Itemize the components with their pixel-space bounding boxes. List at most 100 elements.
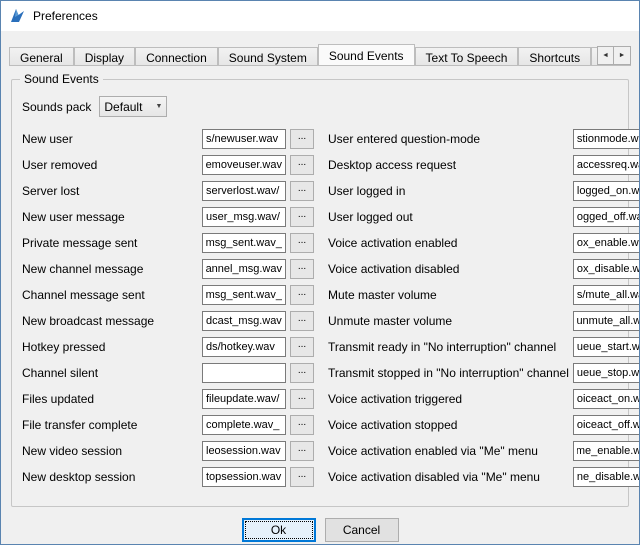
tab-text-to-speech[interactable]: Text To Speech: [415, 47, 519, 66]
browse-button-channel-silent[interactable]: ...: [290, 363, 314, 383]
tab-display[interactable]: Display: [74, 47, 135, 66]
sound-file-input-voice-activation-disabled-via-me-menu[interactable]: [573, 467, 640, 487]
sound-event-label-unmute-master-volume: Unmute master volume: [328, 314, 573, 328]
sound-event-label-transmit-stopped-in-no-interruption-channel: Transmit stopped in "No interruption" ch…: [328, 366, 573, 380]
sound-event-row: User logged out...: [328, 207, 640, 227]
sound-file-input-file-transfer-complete[interactable]: [202, 415, 286, 435]
sound-event-row: Hotkey pressed...: [22, 337, 314, 357]
sound-file-input-files-updated[interactable]: [202, 389, 286, 409]
sound-events-column-right: User entered question-mode... Desktop acc…: [328, 129, 640, 493]
ok-button[interactable]: Ok: [242, 518, 316, 542]
sound-event-row: New channel message...: [22, 259, 314, 279]
browse-button-new-channel-message[interactable]: ...: [290, 259, 314, 279]
sound-event-label-desktop-access-request: Desktop access request: [328, 158, 573, 172]
browse-button-server-lost[interactable]: ...: [290, 181, 314, 201]
browse-button-new-video-session[interactable]: ...: [290, 441, 314, 461]
sound-event-label-files-updated: Files updated: [22, 392, 202, 406]
sound-events-column-left: New user...User removed...Server lost...…: [22, 129, 314, 493]
sound-file-input-new-user[interactable]: [202, 129, 286, 149]
browse-button-new-broadcast-message[interactable]: ...: [290, 311, 314, 331]
sound-file-input-voice-activation-enabled-via-me-menu[interactable]: [573, 441, 640, 461]
browse-button-new-user-message[interactable]: ...: [290, 207, 314, 227]
tab-sound-events[interactable]: Sound Events: [318, 44, 415, 66]
sound-file-input-user-entered-question-mode[interactable]: [573, 129, 640, 149]
browse-button-files-updated[interactable]: ...: [290, 389, 314, 409]
tab-shortcuts[interactable]: Shortcuts: [518, 47, 591, 66]
sound-file-input-user-logged-out[interactable]: [573, 207, 640, 227]
sound-file-input-unmute-master-volume[interactable]: [573, 311, 640, 331]
sound-file-input-user-logged-in[interactable]: [573, 181, 640, 201]
sound-file-input-new-desktop-session[interactable]: [202, 467, 286, 487]
sound-event-row: Voice activation stopped...: [328, 415, 640, 435]
tab-sound-system[interactable]: Sound System: [218, 47, 318, 66]
sound-event-label-voice-activation-enabled: Voice activation enabled: [328, 236, 573, 250]
sound-event-columns: New user...User removed...Server lost...…: [22, 129, 618, 493]
browse-button-user-removed[interactable]: ...: [290, 155, 314, 175]
browse-button-channel-message-sent[interactable]: ...: [290, 285, 314, 305]
titlebar: Preferences: [1, 1, 639, 31]
dialog-footer: Ok Cancel: [11, 518, 629, 542]
sound-event-row: User removed...: [22, 155, 314, 175]
chevron-down-icon: ▼: [155, 103, 162, 110]
browse-button-new-user[interactable]: ...: [290, 129, 314, 149]
sound-file-input-desktop-access-request[interactable]: [573, 155, 640, 175]
browse-button-new-desktop-session[interactable]: ...: [290, 467, 314, 487]
sound-event-row: User logged in...: [328, 181, 640, 201]
sound-event-label-private-message-sent: Private message sent: [22, 236, 202, 250]
sound-event-row: Mute master volume...: [328, 285, 640, 305]
sound-events-groupbox: Sound Events Sounds pack Default ▼ New u…: [11, 79, 629, 507]
sound-file-input-hotkey-pressed[interactable]: [202, 337, 286, 357]
sound-event-label-voice-activation-disabled: Voice activation disabled: [328, 262, 573, 276]
sound-event-row: New desktop session...: [22, 467, 314, 487]
sound-event-label-voice-activation-triggered: Voice activation triggered: [328, 392, 573, 406]
sound-file-input-server-lost[interactable]: [202, 181, 286, 201]
preferences-window: Preferences GeneralDisplayConnectionSoun…: [0, 0, 640, 545]
browse-button-file-transfer-complete[interactable]: ...: [290, 415, 314, 435]
sound-event-label-mute-master-volume: Mute master volume: [328, 288, 573, 302]
sound-event-row: File transfer complete...: [22, 415, 314, 435]
sound-file-input-channel-message-sent[interactable]: [202, 285, 286, 305]
browse-button-private-message-sent[interactable]: ...: [290, 233, 314, 253]
sound-file-input-new-broadcast-message[interactable]: [202, 311, 286, 331]
tab-connection[interactable]: Connection: [135, 47, 218, 66]
sound-event-label-hotkey-pressed: Hotkey pressed: [22, 340, 202, 354]
sounds-pack-value: Default: [104, 100, 155, 114]
sound-file-input-user-removed[interactable]: [202, 155, 286, 175]
sound-file-input-new-user-message[interactable]: [202, 207, 286, 227]
sound-file-input-transmit-ready-in-no-interruption-channel[interactable]: [573, 337, 640, 357]
sound-file-input-transmit-stopped-in-no-interruption-channel[interactable]: [573, 363, 640, 383]
sound-event-row: User entered question-mode...: [328, 129, 640, 149]
sound-event-row: Transmit ready in "No interruption" chan…: [328, 337, 640, 357]
sound-events-page: Sound Events Sounds pack Default ▼ New u…: [1, 66, 639, 542]
sound-event-row: Voice activation disabled...: [328, 259, 640, 279]
sound-event-row: Voice activation enabled...: [328, 233, 640, 253]
sound-file-input-new-video-session[interactable]: [202, 441, 286, 461]
sound-event-row: New user message...: [22, 207, 314, 227]
sound-file-input-new-channel-message[interactable]: [202, 259, 286, 279]
tab-scroll-right-button[interactable]: ►: [614, 46, 631, 65]
sound-event-row: Voice activation enabled via "Me" menu..…: [328, 441, 640, 461]
sound-file-input-voice-activation-triggered[interactable]: [573, 389, 640, 409]
sound-event-label-server-lost: Server lost: [22, 184, 202, 198]
sound-file-input-private-message-sent[interactable]: [202, 233, 286, 253]
sound-event-row: Channel message sent...: [22, 285, 314, 305]
cancel-button[interactable]: Cancel: [325, 518, 399, 542]
sound-event-label-new-channel-message: New channel message: [22, 262, 202, 276]
sound-event-row: Transmit stopped in "No interruption" ch…: [328, 363, 640, 383]
sound-event-label-transmit-ready-in-no-interruption-channel: Transmit ready in "No interruption" chan…: [328, 340, 573, 354]
sound-file-input-voice-activation-enabled[interactable]: [573, 233, 640, 253]
sound-event-label-channel-silent: Channel silent: [22, 366, 202, 380]
sound-file-input-voice-activation-disabled[interactable]: [573, 259, 640, 279]
groupbox-title: Sound Events: [20, 72, 103, 86]
sound-event-row: Voice activation disabled via "Me" menu.…: [328, 467, 640, 487]
sound-file-input-channel-silent[interactable]: [202, 363, 286, 383]
tab-general[interactable]: General: [9, 47, 74, 66]
sound-file-input-voice-activation-stopped[interactable]: [573, 415, 640, 435]
sounds-pack-select[interactable]: Default ▼: [99, 96, 167, 117]
browse-button-hotkey-pressed[interactable]: ...: [290, 337, 314, 357]
window-title: Preferences: [33, 9, 98, 23]
sound-file-input-mute-master-volume[interactable]: [573, 285, 640, 305]
tab-strip: GeneralDisplayConnectionSound SystemSoun…: [9, 44, 631, 66]
tab-scroll-left-button[interactable]: ◄: [597, 46, 614, 65]
sound-event-row: Server lost...: [22, 181, 314, 201]
